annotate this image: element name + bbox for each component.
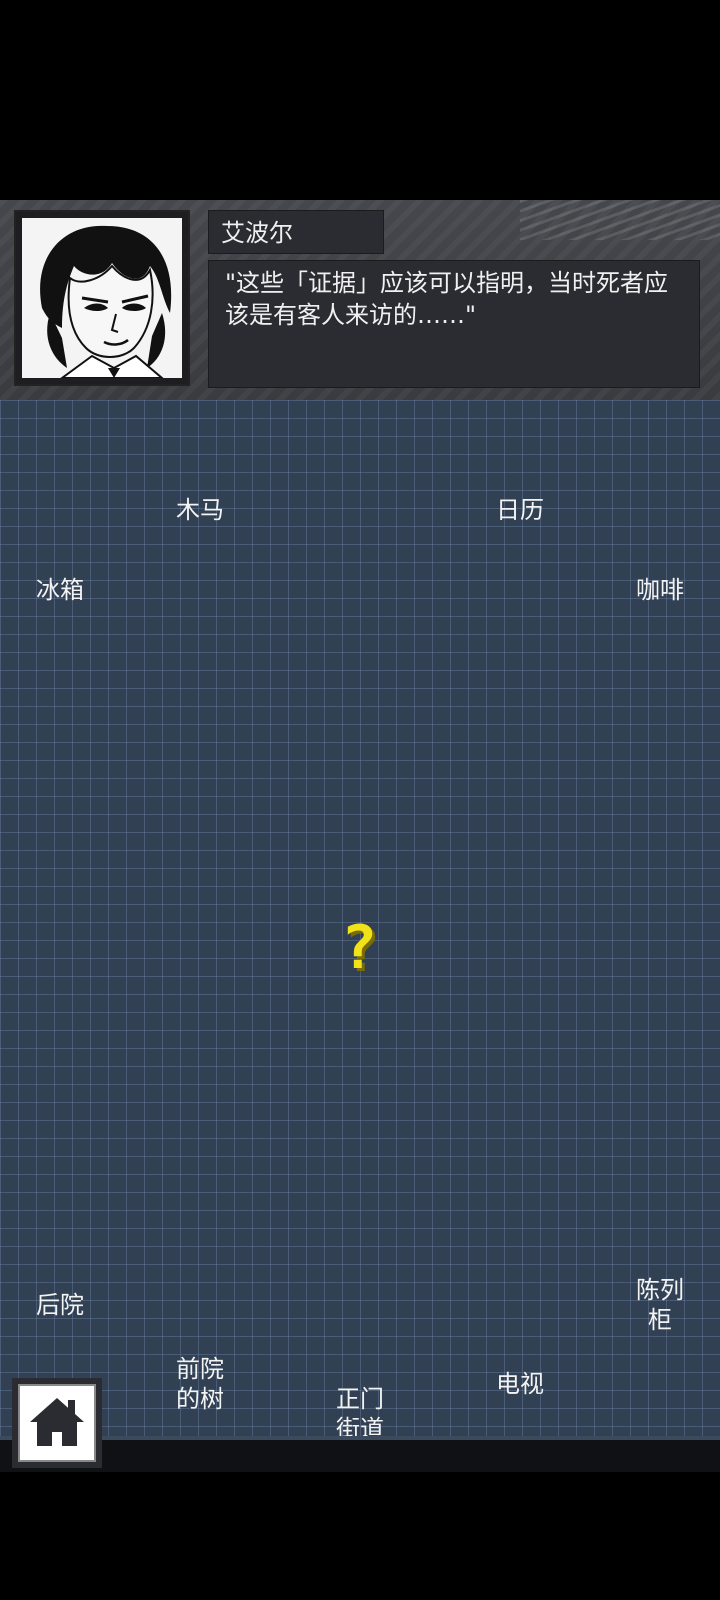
clue-backyard[interactable]: 后院 [28, 1290, 92, 1320]
clue-front-yard-tree[interactable]: 前院 的树 [168, 1354, 232, 1414]
unknown-clue-marker[interactable]: ? [336, 918, 382, 978]
decor-stripe [520, 200, 720, 240]
clue-main-gate-street[interactable]: 正门 街道 [328, 1384, 392, 1444]
home-icon [30, 1398, 84, 1446]
clue-coffee[interactable]: 咖啡 [628, 575, 692, 605]
clue-display-cabinet[interactable]: 陈列 柜 [628, 1275, 692, 1335]
dialogue-text[interactable]: "这些「证据」应该可以指明，当时死者应该是有客人来访的……" [208, 260, 700, 388]
portrait-image [22, 218, 182, 378]
character-portrait [14, 210, 190, 386]
bottom-bar [0, 1440, 720, 1472]
home-button[interactable] [12, 1378, 102, 1468]
clue-calendar[interactable]: 日历 [488, 495, 552, 525]
speaker-name: 艾波尔 [208, 210, 384, 254]
clue-fridge[interactable]: 冰箱 [28, 575, 92, 605]
character-face-icon [22, 218, 182, 378]
clue-trojan-horse[interactable]: 木马 [168, 495, 232, 525]
dialogue-panel: 艾波尔 "这些「证据」应该可以指明，当时死者应该是有客人来访的……" [0, 200, 720, 400]
game-screen: 艾波尔 "这些「证据」应该可以指明，当时死者应该是有客人来访的……" 木马 日历… [0, 0, 720, 1600]
clue-tv[interactable]: 电视 [488, 1369, 552, 1399]
